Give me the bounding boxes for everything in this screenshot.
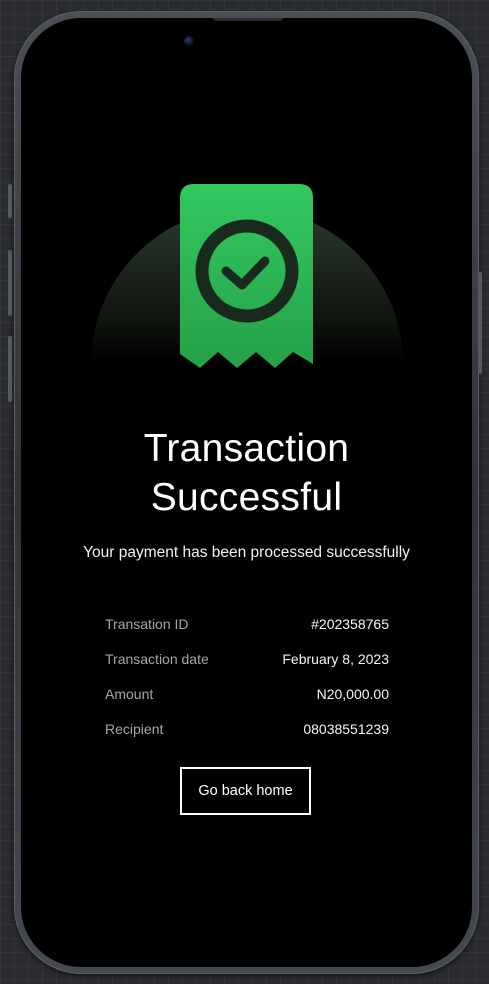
detail-label: Transation ID bbox=[105, 615, 189, 632]
status-message: Your payment has been processed successf… bbox=[83, 544, 410, 561]
detail-row-recipient: Recipient 08038551239 bbox=[105, 711, 389, 746]
transaction-details: Transation ID #202358765 Transaction dat… bbox=[105, 606, 389, 746]
detail-value: 08038551239 bbox=[303, 720, 389, 737]
go-back-home-button[interactable]: Go back home bbox=[180, 767, 311, 815]
side-button-power bbox=[478, 272, 482, 374]
detail-label: Transaction date bbox=[105, 650, 209, 667]
detail-value: N20,000.00 bbox=[316, 685, 389, 702]
speaker-grille bbox=[213, 18, 283, 21]
page-title: Transaction Successful bbox=[21, 424, 472, 522]
title-line-2: Successful bbox=[150, 476, 343, 519]
side-button-action bbox=[8, 184, 12, 218]
side-button-volume-up bbox=[8, 250, 12, 316]
detail-value: #202358765 bbox=[311, 615, 389, 632]
title-line-1: Transaction bbox=[143, 427, 350, 470]
detail-value: February 8, 2023 bbox=[282, 650, 389, 667]
phone-screen: Transaction Successful Your payment has … bbox=[21, 18, 472, 967]
detail-label: Amount bbox=[105, 685, 154, 702]
front-camera bbox=[184, 36, 194, 46]
receipt-check-icon bbox=[180, 184, 313, 368]
detail-label: Recipient bbox=[105, 720, 164, 737]
detail-row-transaction-date: Transaction date February 8, 2023 bbox=[105, 641, 389, 676]
side-button-volume-down bbox=[8, 336, 12, 402]
detail-row-amount: Amount N20,000.00 bbox=[105, 676, 389, 711]
detail-row-transaction-id: Transation ID #202358765 bbox=[105, 606, 389, 641]
